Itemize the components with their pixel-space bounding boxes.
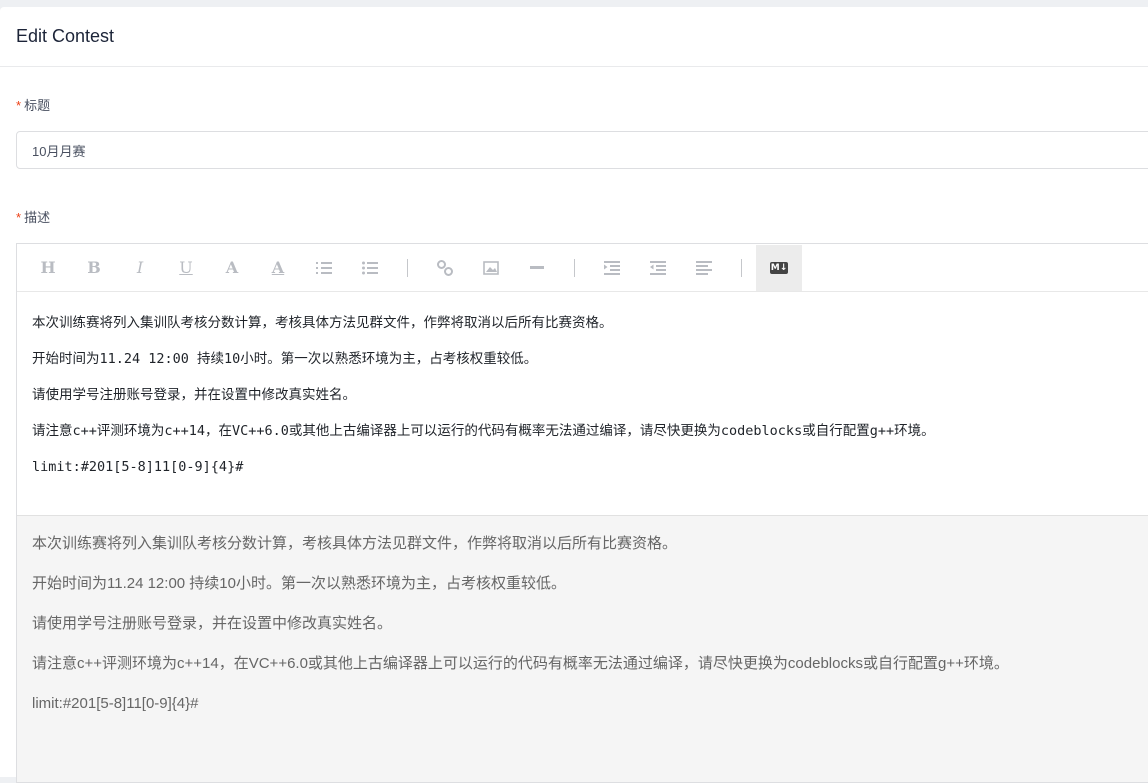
title-input[interactable] bbox=[16, 131, 1148, 169]
align-button[interactable] bbox=[681, 245, 727, 291]
markdown-toggle-button[interactable]: M↓ bbox=[756, 244, 802, 291]
bold-button[interactable]: B bbox=[71, 245, 117, 291]
horizontal-rule-button[interactable] bbox=[514, 245, 560, 291]
edit-contest-card: Edit Contest *标题 *描述 H B I U A A bbox=[0, 7, 1148, 783]
editor-toolbar: H B I U A A M↓ bbox=[17, 244, 1148, 292]
bold-icon: B bbox=[87, 258, 101, 277]
markdown-editor: H B I U A A M↓ 本次训练赛将列入集训队考核分数计算，考核具体方法见… bbox=[16, 243, 1148, 783]
title-label-text: 标题 bbox=[24, 98, 51, 113]
toolbar-divider bbox=[407, 258, 408, 277]
page-title: Edit Contest bbox=[16, 26, 115, 46]
source-line: 本次训练赛将列入集训队考核分数计算，考核具体方法见群文件，作弊将取消以后所有比赛… bbox=[32, 315, 613, 331]
description-label: * 描述 bbox=[16, 207, 50, 226]
font-color-button[interactable]: A bbox=[255, 245, 301, 291]
font-size-icon: A bbox=[225, 258, 239, 277]
horizontal-rule-icon bbox=[530, 265, 544, 269]
toolbar-divider bbox=[574, 258, 575, 277]
preview-paragraph: limit:#201[5-8]11[0-9]{4}# bbox=[32, 695, 199, 712]
italic-icon: I bbox=[136, 258, 144, 277]
link-icon bbox=[437, 259, 453, 276]
indent-icon bbox=[604, 260, 620, 275]
ordered-list-icon bbox=[316, 261, 332, 274]
link-button[interactable] bbox=[422, 245, 468, 291]
markdown-source-textarea[interactable]: 本次训练赛将列入集训队考核分数计算，考核具体方法见群文件，作弊将取消以后所有比赛… bbox=[17, 292, 1148, 516]
required-mark: * bbox=[16, 210, 22, 225]
preview-paragraph: 请使用学号注册账号登录，并在设置中修改真实姓名。 bbox=[32, 615, 393, 632]
align-icon bbox=[696, 260, 712, 275]
font-size-button[interactable]: A bbox=[209, 245, 255, 291]
title-label: * 标题 bbox=[16, 95, 50, 114]
ordered-list-button[interactable] bbox=[301, 245, 347, 291]
markdown-toggle-icon: M↓ bbox=[770, 261, 788, 274]
outdent-icon bbox=[650, 260, 666, 275]
underline-button[interactable]: U bbox=[163, 245, 209, 291]
indent-button[interactable] bbox=[589, 245, 635, 291]
image-button[interactable] bbox=[468, 245, 514, 291]
preview-paragraph: 本次训练赛将列入集训队考核分数计算，考核具体方法见群文件，作弊将取消以后所有比赛… bbox=[32, 535, 678, 552]
description-label-text: 描述 bbox=[24, 210, 51, 225]
required-mark: * bbox=[16, 98, 22, 113]
preview-paragraph: 开始时间为11.24 12:00 持续10小时。第一次以熟悉环境为主，占考核权重… bbox=[32, 575, 566, 592]
source-line: 开始时间为11.24 12:00 持续10小时。第一次以熟悉环境为主，占考核权重… bbox=[32, 351, 538, 367]
image-icon bbox=[483, 260, 499, 275]
italic-button[interactable]: I bbox=[117, 245, 163, 291]
source-line: 请注意c++评测环境为c++14，在VC++6.0或其他上古编译器上可以运行的代… bbox=[32, 423, 935, 439]
markdown-preview: 本次训练赛将列入集训队考核分数计算，考核具体方法见群文件，作弊将取消以后所有比赛… bbox=[17, 515, 1148, 782]
outdent-button[interactable] bbox=[635, 245, 681, 291]
preview-paragraph: 请注意c++评测环境为c++14，在VC++6.0或其他上古编译器上可以运行的代… bbox=[32, 655, 1009, 672]
heading-button[interactable]: H bbox=[25, 245, 71, 291]
font-color-icon: A bbox=[271, 258, 285, 277]
source-line: limit:#201[5-8]11[0-9]{4}# bbox=[32, 459, 244, 475]
source-line: 请使用学号注册账号登录，并在设置中修改真实姓名。 bbox=[32, 387, 356, 403]
unordered-list-button[interactable] bbox=[347, 245, 393, 291]
unordered-list-icon bbox=[362, 261, 378, 274]
card-header: Edit Contest bbox=[0, 7, 1148, 67]
underline-icon: U bbox=[179, 258, 193, 277]
toolbar-divider bbox=[741, 258, 742, 277]
heading-icon: H bbox=[40, 258, 56, 277]
